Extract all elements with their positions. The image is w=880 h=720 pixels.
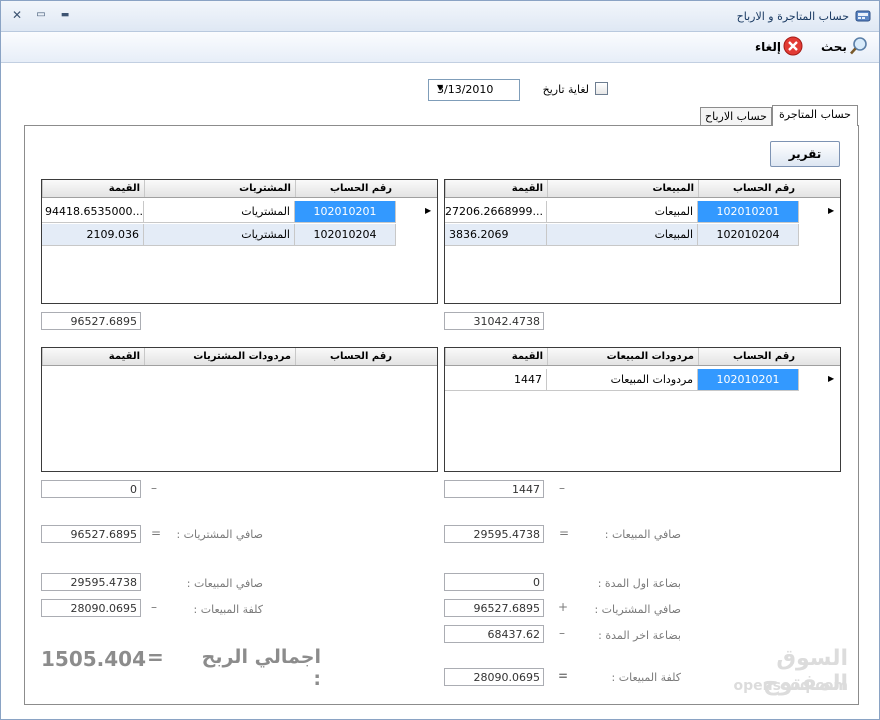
main-window: ✕ ▭ ▬ حساب المتاجرة و الارباح بحث إلغاء … [0, 0, 880, 720]
opening-stock-label: بضاعة اول المدة : [597, 577, 681, 590]
table-row[interactable]: 27206.2668999... المبيعات 102010201 ▶ [445, 201, 840, 223]
header-account[interactable]: رقم الحساب [698, 180, 799, 197]
tab-trading[interactable]: حساب المتاجرة [772, 105, 858, 126]
sales-returns-total-field[interactable]: 1447 [444, 480, 544, 498]
until-date-label: لغاية تاريخ [542, 83, 589, 96]
table-row[interactable]: 94418.6535000... المشتريات 102010201 ▶ [42, 201, 437, 223]
net-sales-label-left: صافي المبيعات : [186, 577, 263, 590]
opening-stock-field[interactable]: 0 [444, 573, 544, 591]
chevron-down-icon[interactable]: ▼ [437, 83, 516, 92]
net-sales-field-left[interactable]: 29595.4738 [41, 573, 141, 591]
header-value[interactable]: القيمة [445, 180, 547, 197]
sales-grid[interactable]: القيمة المبيعات رقم الحساب 27206.2668999… [444, 179, 841, 304]
toolbar: بحث إلغاء [1, 32, 879, 63]
closing-stock-field[interactable]: 68437.62 [444, 625, 544, 643]
watermark-latin: opensooq.com [733, 678, 848, 694]
net-sales-label: صافي المبيعات : [604, 528, 681, 541]
cell-account[interactable]: 102010201 [295, 201, 396, 223]
cell-account[interactable]: 102010204 [295, 224, 396, 246]
purchase-returns-total-field[interactable]: 0 [41, 480, 141, 498]
cell-account[interactable]: 102010201 [698, 201, 799, 223]
header-account[interactable]: رقم الحساب [295, 180, 396, 197]
header-value[interactable]: القيمة [445, 348, 547, 365]
plus-operator: + [558, 600, 569, 614]
grid-header: القيمة المشتريات رقم الحساب [42, 180, 437, 198]
header-name[interactable]: المبيعات [547, 180, 698, 197]
grid-header: القيمة المبيعات رقم الحساب [445, 180, 840, 198]
net-purchases-field-right[interactable]: 96527.6895 [444, 599, 544, 617]
cell-value[interactable]: 27206.2668999... [445, 201, 547, 223]
cell-account[interactable]: 102010201 [698, 369, 799, 391]
row-indicator-icon: ▶ [828, 206, 835, 215]
sales-returns-grid[interactable]: القيمة مردودات المبيعات رقم الحساب 1447 … [444, 347, 841, 472]
header-name[interactable]: المشتريات [144, 180, 295, 197]
close-window-button[interactable]: ✕ [5, 5, 29, 25]
header-value[interactable]: القيمة [42, 180, 144, 197]
report-button[interactable]: تقرير [770, 141, 840, 167]
total-profit-equals: = [147, 645, 164, 669]
equals-operator: = [151, 526, 162, 540]
total-profit-value: 1505.404 [41, 647, 147, 671]
net-sales-field[interactable]: 29595.4738 [444, 525, 544, 543]
grid-header: القيمة مردودات المبيعات رقم الحساب [445, 348, 840, 366]
purchase-returns-grid[interactable]: القيمة مردودات المشتريات رقم الحساب [41, 347, 438, 472]
cell-account[interactable]: 102010204 [698, 224, 799, 246]
search-button[interactable]: بحث [821, 37, 847, 57]
cost-of-sales-label: كلفة المبيعات : [611, 671, 681, 684]
header-value[interactable]: القيمة [42, 348, 144, 365]
minimize-window-button[interactable]: ▬ [53, 5, 77, 25]
cell-name[interactable]: المشتريات [144, 224, 295, 246]
total-profit-label: اجمالي الربح : [201, 646, 321, 690]
until-date-checkbox[interactable] [595, 82, 608, 95]
magnifier-icon[interactable] [849, 36, 869, 56]
cost-of-sales-field[interactable]: 28090.0695 [444, 668, 544, 686]
net-purchases-field[interactable]: 96527.6895 [41, 525, 141, 543]
title-bar: ✕ ▭ ▬ حساب المتاجرة و الارباح [1, 1, 879, 32]
row-indicator-icon: ▶ [828, 374, 835, 383]
cell-name[interactable]: المبيعات [547, 201, 698, 223]
table-row[interactable]: 3836.2069 المبيعات 102010204 [445, 224, 799, 246]
date-picker[interactable]: 3/13/2010 ▼ [428, 79, 520, 101]
cost-of-sales-field-left[interactable]: 28090.0695 [41, 599, 141, 617]
cell-value[interactable]: 2109.036 [42, 224, 144, 246]
cell-value[interactable]: 3836.2069 [445, 224, 547, 246]
net-purchases-label-right: صافي المشتريات : [594, 603, 681, 616]
equals-operator: = [559, 526, 570, 540]
minus-operator: – [151, 600, 157, 614]
cell-value[interactable]: 1447 [445, 369, 547, 391]
purchases-grid[interactable]: القيمة المشتريات رقم الحساب 94418.653500… [41, 179, 438, 304]
window-title: حساب المتاجرة و الارباح [736, 10, 849, 23]
sales-total-field[interactable]: 31042.4738 [444, 312, 544, 330]
equals-operator: = [558, 669, 569, 683]
closing-stock-label: بضاعة اخر المدة : [598, 629, 681, 642]
cell-name[interactable]: المبيعات [547, 224, 698, 246]
header-name[interactable]: مردودات المبيعات [547, 348, 698, 365]
row-indicator-icon: ▶ [425, 206, 432, 215]
header-account[interactable]: رقم الحساب [698, 348, 799, 365]
cost-of-sales-label-left: كلفة المبيعات : [193, 603, 263, 616]
cell-value[interactable]: 94418.6535000... [42, 201, 144, 223]
cell-name[interactable]: المشتريات [144, 201, 295, 223]
grid-header: القيمة مردودات المشتريات رقم الحساب [42, 348, 437, 366]
minus-operator: – [559, 626, 565, 640]
red-x-circle-icon[interactable] [783, 36, 803, 56]
table-row[interactable]: 1447 مردودات المبيعات 102010201 ▶ [445, 369, 840, 391]
cell-name[interactable]: مردودات المبيعات [547, 369, 698, 391]
opensooq-watermark: السوق المفتوح opensooq.com [701, 646, 866, 704]
purchases-total-field[interactable]: 96527.6895 [41, 312, 141, 330]
header-account[interactable]: رقم الحساب [295, 348, 396, 365]
net-purchases-label: صافي المشتريات : [176, 528, 263, 541]
cancel-button[interactable]: إلغاء [755, 37, 781, 57]
minus-operator: – [559, 481, 565, 495]
maximize-window-button[interactable]: ▭ [29, 5, 53, 25]
calculator-icon [855, 10, 871, 22]
table-row[interactable]: 2109.036 المشتريات 102010204 [42, 224, 396, 246]
tab-profits[interactable]: حساب الارباح [700, 107, 772, 126]
minus-operator: – [151, 481, 157, 495]
header-name[interactable]: مردودات المشتريات [144, 348, 295, 365]
